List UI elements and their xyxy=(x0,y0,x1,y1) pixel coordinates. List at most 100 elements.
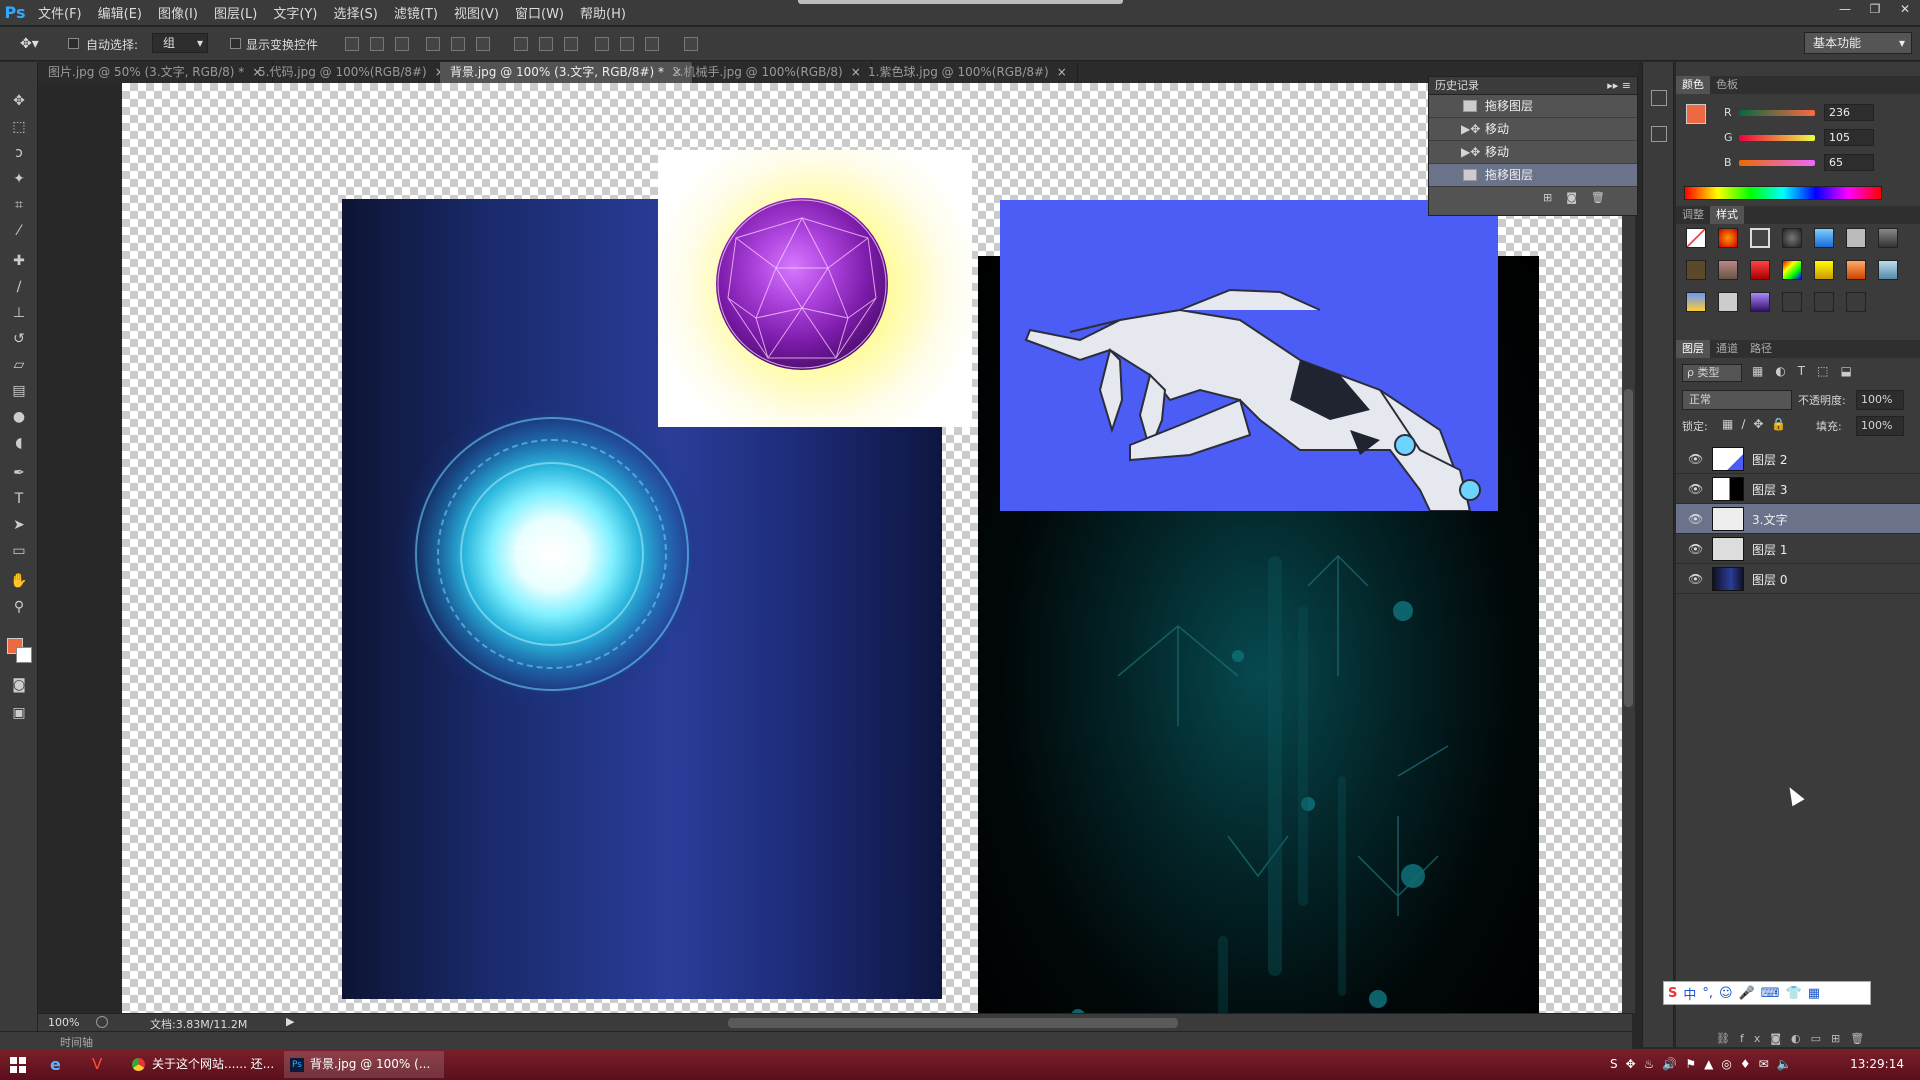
red-slider[interactable] xyxy=(1739,110,1815,116)
menu-type[interactable]: 文字(Y) xyxy=(265,3,325,22)
zoom-level[interactable]: 100% xyxy=(48,1016,79,1029)
menu-layer[interactable]: 图层(L) xyxy=(206,3,265,22)
blend-mode-dropdown[interactable]: 正常 xyxy=(1682,390,1792,410)
move-tool-icon[interactable]: ✥▾ xyxy=(20,36,39,52)
magic-wand-tool-icon[interactable]: ✦ xyxy=(7,168,31,190)
ie-browser-icon[interactable]: e xyxy=(50,1055,61,1074)
system-tray-icons[interactable]: S✥♨🔊⚑▲◎♦✉🔈 xyxy=(1610,1057,1800,1071)
tab-document[interactable]: 2.机械手.jpg @ 100%(RGB/8) × xyxy=(662,62,872,83)
crop-tool-icon[interactable]: ⌗ xyxy=(7,194,31,216)
style-swatch[interactable] xyxy=(1846,228,1866,248)
visibility-eye-icon[interactable]: 👁 xyxy=(1688,482,1703,496)
green-slider[interactable] xyxy=(1739,135,1815,141)
distribute-hcenter-icon[interactable] xyxy=(620,37,634,51)
timeline-label[interactable]: 时间轴 xyxy=(60,1034,93,1050)
align-top-icon[interactable] xyxy=(345,37,359,51)
auto-select-dropdown[interactable]: 组 ▾ xyxy=(152,33,208,53)
skin-icon[interactable]: 👕 xyxy=(1786,986,1802,1001)
blue-slider[interactable] xyxy=(1739,160,1815,166)
tab-layers[interactable]: 图层 xyxy=(1676,340,1710,358)
microphone-icon[interactable]: 🎤 xyxy=(1739,986,1755,1001)
distribute-right-icon[interactable] xyxy=(645,37,659,51)
properties-dock-icon[interactable] xyxy=(1651,126,1667,142)
tab-channels[interactable]: 通道 xyxy=(1710,340,1744,358)
lock-icons[interactable]: ▦∕✥🔒 xyxy=(1722,417,1794,431)
menu-image[interactable]: 图像(I) xyxy=(150,3,206,22)
path-selection-tool-icon[interactable]: ➤ xyxy=(7,514,31,536)
red-value-input[interactable]: 236 xyxy=(1824,104,1874,121)
ime-mode[interactable]: 中 xyxy=(1683,984,1696,1003)
gradient-tool-icon[interactable]: ▤ xyxy=(7,380,31,402)
style-swatch[interactable] xyxy=(1686,260,1706,280)
distribute-bottom-icon[interactable] xyxy=(564,37,578,51)
history-brush-tool-icon[interactable]: ↺ xyxy=(7,328,31,350)
auto-align-icon[interactable] xyxy=(684,37,698,51)
layer-row[interactable]: 👁 图层 3 xyxy=(1676,474,1920,504)
style-swatch[interactable] xyxy=(1814,228,1834,248)
eyedropper-tool-icon[interactable]: ⁄ xyxy=(7,220,31,242)
scrollbar-thumb[interactable] xyxy=(1624,389,1633,707)
style-swatch-selected[interactable] xyxy=(1750,228,1770,248)
blur-tool-icon[interactable]: ● xyxy=(7,406,31,428)
menu-file[interactable]: 文件(F) xyxy=(30,3,90,22)
style-swatch[interactable] xyxy=(1782,260,1802,280)
quick-mask-icon[interactable]: ◙ xyxy=(7,674,31,696)
menu-view[interactable]: 视图(V) xyxy=(446,3,507,22)
windows-start-icon[interactable] xyxy=(10,1057,26,1073)
keyboard-icon[interactable]: ⌨ xyxy=(1761,986,1780,1001)
zoom-tool-icon[interactable]: ⚲ xyxy=(7,596,31,618)
style-swatch[interactable] xyxy=(1814,292,1834,312)
layers-footer-icons[interactable]: ⛓fx◙◐▭⊞🗑 xyxy=(1716,1032,1874,1045)
style-swatch[interactable] xyxy=(1878,260,1898,280)
tab-color[interactable]: 颜色 xyxy=(1676,76,1710,94)
ime-toolbar[interactable]: S 中 °, ☺ 🎤 ⌨ 👕 ▦ xyxy=(1663,981,1871,1005)
color-spectrum-bar[interactable] xyxy=(1684,186,1882,200)
vivaldi-browser-icon[interactable]: V xyxy=(92,1055,102,1073)
dodge-tool-icon[interactable]: ◖ xyxy=(7,432,31,454)
style-swatch[interactable] xyxy=(1718,228,1738,248)
lasso-tool-icon[interactable]: ↄ xyxy=(7,142,31,164)
visibility-eye-icon[interactable]: 👁 xyxy=(1688,572,1703,586)
history-dock-icon[interactable] xyxy=(1651,90,1667,106)
document-canvas[interactable]: 飞特网 FEVTE.COM xyxy=(122,83,1632,1013)
close-button[interactable]: ✕ xyxy=(1890,0,1920,18)
background-color-swatch[interactable] xyxy=(16,647,32,663)
tab-document-active[interactable]: 背景.jpg @ 100% (3.文字, RGB/8#) * × xyxy=(440,62,694,83)
screen-mode-icon[interactable]: ▣ xyxy=(7,702,31,724)
tab-styles[interactable]: 样式 xyxy=(1710,206,1744,224)
tab-document[interactable]: 5.代码.jpg @ 100%(RGB/8#)× xyxy=(248,62,456,83)
clone-stamp-tool-icon[interactable]: ⊥ xyxy=(7,302,31,324)
visibility-eye-icon[interactable]: 👁 xyxy=(1688,512,1703,526)
layer-filter-dropdown[interactable]: ρ 类型 xyxy=(1682,364,1742,382)
menu-select[interactable]: 选择(S) xyxy=(325,3,385,22)
distribute-vcenter-icon[interactable] xyxy=(539,37,553,51)
horizontal-scrollbar-thumb[interactable] xyxy=(728,1018,1178,1028)
layer-filter-icons[interactable]: ▦◐T⬚⬓ xyxy=(1752,364,1912,382)
status-share-icon[interactable] xyxy=(96,1016,108,1028)
history-title[interactable]: 历史记录 xyxy=(1435,79,1479,92)
visibility-eye-icon[interactable]: 👁 xyxy=(1688,452,1703,466)
eraser-tool-icon[interactable]: ▱ xyxy=(7,354,31,376)
rectangle-tool-icon[interactable]: ▭ xyxy=(7,540,31,562)
hand-tool-icon[interactable]: ✋ xyxy=(7,570,31,592)
style-swatch-none[interactable] xyxy=(1686,228,1706,248)
auto-select-checkbox[interactable] xyxy=(68,36,79,50)
emoji-icon[interactable]: ☺ xyxy=(1719,986,1733,1001)
tab-document[interactable]: 图片.jpg @ 50% (3.文字, RGB/8) * × xyxy=(38,62,274,83)
style-swatch[interactable] xyxy=(1782,228,1802,248)
tab-adjustments[interactable]: 调整 xyxy=(1676,206,1710,224)
pen-tool-icon[interactable]: ✒ xyxy=(7,462,31,484)
minimize-button[interactable]: — xyxy=(1830,0,1860,18)
style-swatch[interactable] xyxy=(1846,292,1866,312)
align-right-icon[interactable] xyxy=(476,37,490,51)
distribute-left-icon[interactable] xyxy=(595,37,609,51)
distribute-top-icon[interactable] xyxy=(514,37,528,51)
restore-button[interactable]: ❐ xyxy=(1860,0,1890,18)
style-swatch[interactable] xyxy=(1814,260,1834,280)
style-swatch[interactable] xyxy=(1750,260,1770,280)
style-swatch[interactable] xyxy=(1718,260,1738,280)
vertical-scrollbar[interactable] xyxy=(1622,83,1635,1013)
taskbar-chrome-window[interactable]: 关于这个网站...... 还... xyxy=(126,1051,276,1078)
foreground-color-swatch[interactable] xyxy=(1686,104,1706,124)
visibility-eye-icon[interactable]: 👁 xyxy=(1688,542,1703,556)
